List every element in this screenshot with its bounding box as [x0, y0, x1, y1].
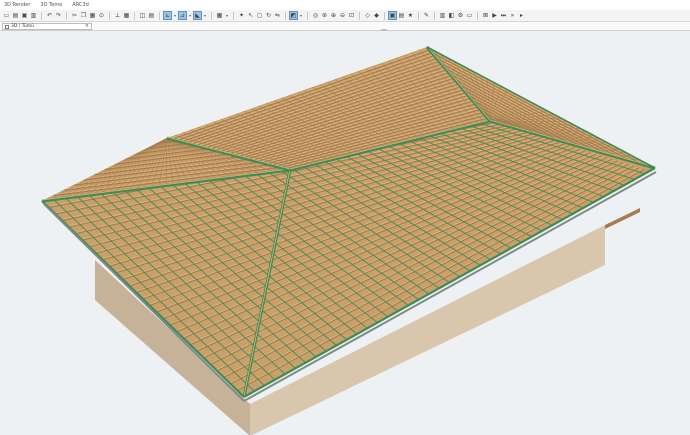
- fit-icon[interactable]: ⊡: [348, 12, 355, 19]
- toolbar-separator: [285, 11, 286, 20]
- toolbar-separator: [477, 11, 478, 20]
- view-section-icon[interactable]: ▤: [398, 12, 405, 19]
- view-tab-label: 3D / Tümü: [11, 24, 34, 29]
- save-icon[interactable]: ▣: [21, 12, 28, 19]
- magic-wand-icon[interactable]: ✦: [238, 12, 245, 19]
- redo-icon[interactable]: ↷: [55, 12, 62, 19]
- wireframe-icon[interactable]: ◇: [364, 12, 371, 19]
- more-icon[interactable]: ▸: [518, 12, 525, 19]
- forward-icon[interactable]: »: [509, 12, 516, 19]
- 3d-view-icon: [5, 24, 9, 29]
- trace-icon[interactable]: ◫: [139, 12, 146, 19]
- toolbar-separator: [134, 11, 135, 20]
- toolbar-separator: [418, 11, 419, 20]
- shading-icon[interactable]: ◆: [373, 12, 380, 19]
- toolbar-separator: [233, 11, 234, 20]
- skip-icon[interactable]: ⏭: [500, 12, 507, 19]
- copy-icon[interactable]: ❐: [80, 12, 87, 19]
- close-icon[interactable]: ×: [85, 23, 89, 29]
- suspend-groups-icon[interactable]: ▦: [216, 12, 223, 19]
- play-icon[interactable]: ▶: [491, 12, 498, 19]
- snap-icon[interactable]: ⊾: [163, 11, 172, 20]
- open-file-icon[interactable]: ▤: [12, 12, 19, 19]
- window-icon[interactable]: ▭: [466, 12, 473, 19]
- measure-icon[interactable]: ⟂: [114, 12, 121, 19]
- toolbar-separator: [41, 11, 42, 20]
- rotate-icon[interactable]: ↻: [265, 12, 272, 19]
- dropdown-icon[interactable]: ▾: [173, 12, 177, 19]
- standard-toolbar: ▭ ▤ ▣ ▥ ↶ ↷ ✂ ❐ ▦ ⊙ ⟂ ▦ ◫ ▤ ⊾ ▾ ⊿ ▾ ◣ ▾ ▦ ▾ ✦ ↖ ◻ ↻ ⇋ ◩ ▾ ◎ ⊛ ⊕ ⊖ ⊡ ◇ ◆ ▣ ▤ ★ ✎…: [0, 10, 690, 22]
- zoom-out-icon[interactable]: ⊖: [339, 12, 346, 19]
- view-3d-icon[interactable]: ▣: [388, 11, 397, 20]
- orbit-icon[interactable]: ⊛: [321, 12, 328, 19]
- title-item-2[interactable]: 3D Teme: [40, 2, 62, 8]
- toolbar-separator: [359, 11, 360, 20]
- cut-icon[interactable]: ✂: [71, 12, 78, 19]
- pointer-icon[interactable]: ↖: [247, 12, 254, 19]
- app-window: 3D Render 3D Teme ARC3d ▭ ▤ ▣ ▥ ↶ ↷ ✂ ❐ ▦ ⊙ ⟂ ▦ ◫ ▤ ⊾ ▾…: [0, 0, 690, 435]
- dropdown-icon[interactable]: ▾: [299, 12, 303, 19]
- filter-icon[interactable]: ▥: [439, 12, 446, 19]
- paste-icon[interactable]: ▦: [89, 12, 96, 19]
- toolbar-separator: [211, 11, 212, 20]
- title-bar: 3D Render 3D Teme ARC3d: [0, 0, 690, 10]
- title-item-1[interactable]: 3D Render: [4, 2, 30, 8]
- zoom-in-icon[interactable]: ⊕: [330, 12, 337, 19]
- layer-icon[interactable]: ▤: [148, 12, 155, 19]
- toolbar-separator: [159, 11, 160, 20]
- toolbar-separator: [384, 11, 385, 20]
- 3d-window-icon[interactable]: ◩: [289, 11, 298, 20]
- favorites-icon[interactable]: ★: [407, 12, 414, 19]
- view-tab-strip: 3D / Tümü ×: [0, 22, 690, 31]
- view-tab-3d[interactable]: 3D / Tümü ×: [2, 23, 92, 30]
- new-file-icon[interactable]: ▭: [3, 12, 10, 19]
- 3d-model-canvas[interactable]: [0, 32, 690, 435]
- dropdown-icon[interactable]: ▾: [188, 12, 192, 19]
- settings-icon[interactable]: ⚙: [457, 12, 464, 19]
- palette-icon[interactable]: ◧: [448, 12, 455, 19]
- hip-roof[interactable]: [41, 45, 657, 402]
- dropdown-icon[interactable]: ▾: [225, 12, 229, 19]
- grid-icon[interactable]: ▦: [123, 12, 130, 19]
- gravity-icon[interactable]: ◣: [193, 11, 202, 20]
- toolbar-separator: [109, 11, 110, 20]
- wall-shadow: [605, 208, 640, 229]
- undo-icon[interactable]: ↶: [46, 12, 53, 19]
- title-item-3[interactable]: ARC3d: [72, 2, 89, 8]
- tab-drag-handle[interactable]: [381, 29, 387, 31]
- toolbar-separator: [434, 11, 435, 20]
- marker-icon[interactable]: ✎: [423, 12, 430, 19]
- mirror-icon[interactable]: ⇋: [274, 12, 281, 19]
- toolbar-separator: [307, 11, 308, 20]
- marquee-icon[interactable]: ◻: [256, 12, 263, 19]
- collapse-icon[interactable]: ⊠: [482, 12, 489, 19]
- 3d-viewport[interactable]: [0, 32, 690, 435]
- print-icon[interactable]: ▥: [30, 12, 37, 19]
- guide-icon[interactable]: ⊿: [178, 11, 187, 20]
- explore-icon[interactable]: ◎: [312, 12, 319, 19]
- dropdown-icon[interactable]: ▾: [203, 12, 207, 19]
- toolbar-separator: [66, 11, 67, 20]
- pick-icon[interactable]: ⊙: [98, 12, 105, 19]
